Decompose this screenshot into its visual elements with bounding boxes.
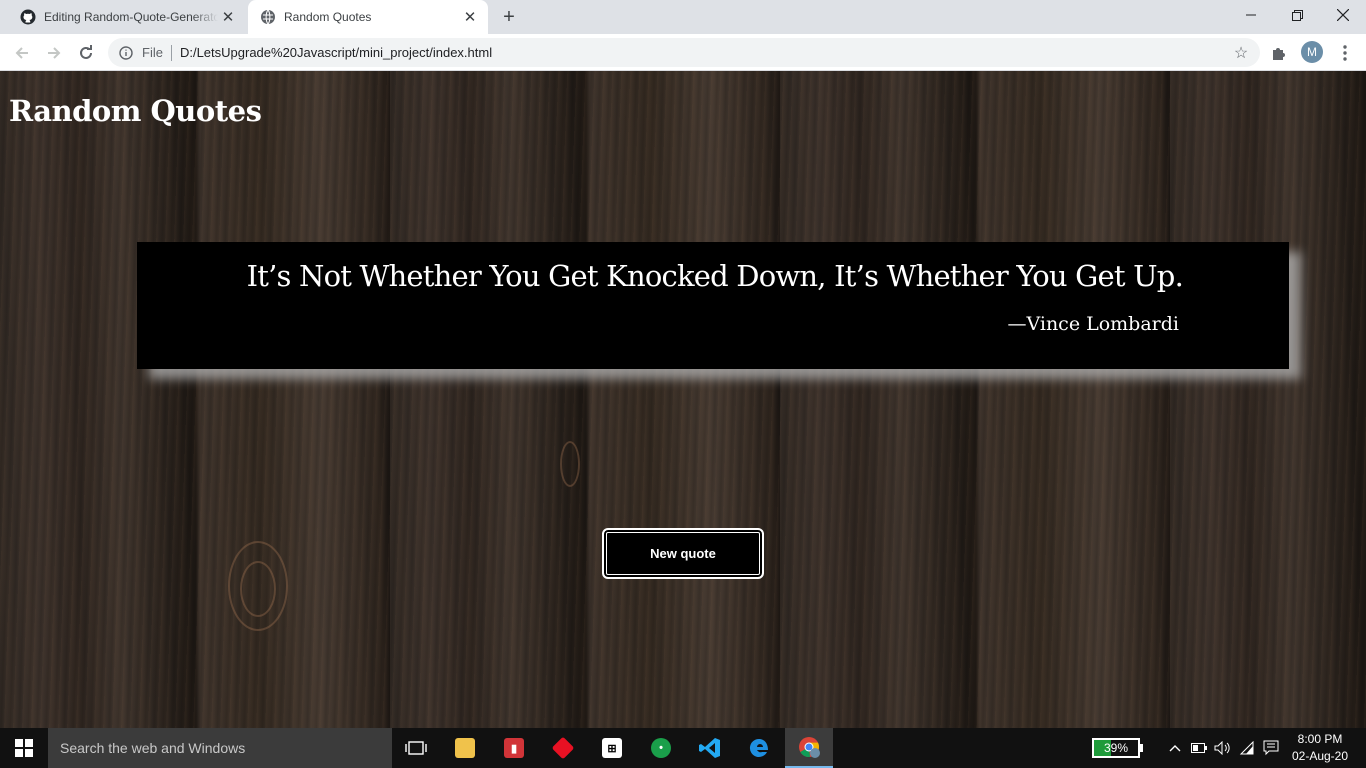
vscode-button[interactable] — [686, 728, 734, 768]
github-icon — [20, 9, 36, 25]
quote-text: It’s Not Whether You Get Knocked Down, I… — [246, 259, 1184, 293]
battery-tip — [1140, 744, 1143, 752]
globe-icon — [260, 9, 276, 25]
volume-icon[interactable] — [1211, 728, 1233, 768]
quote-author: —Vince Lombardi — [1007, 313, 1179, 335]
back-button[interactable] — [8, 39, 36, 67]
bookmark-star-icon[interactable]: ☆ — [1232, 44, 1250, 62]
battery-percent: 39% — [1103, 741, 1129, 755]
new-tab-button[interactable]: + — [498, 6, 520, 28]
taskbar-clock[interactable]: 8:00 PM 02-Aug-20 — [1287, 731, 1353, 765]
tab-random-quotes[interactable]: Random Quotes ✕ — [248, 0, 488, 34]
arrow-left-icon — [15, 47, 28, 59]
chevron-up-icon[interactable] — [1164, 728, 1186, 768]
task-view-button[interactable] — [392, 728, 440, 768]
close-icon[interactable]: ✕ — [460, 7, 480, 27]
notifications-icon[interactable] — [1260, 728, 1282, 768]
arrow-right-icon — [48, 47, 61, 59]
edge-icon — [749, 738, 768, 757]
divider — [170, 44, 172, 61]
minimize-button[interactable] — [1228, 0, 1274, 30]
folder-icon — [455, 738, 475, 758]
tab-title: Editing Random-Quote-Generator — [44, 10, 218, 24]
wood-background — [0, 71, 1366, 728]
address-bar[interactable]: File D:/LetsUpgrade%20Javascript/mini_pr… — [108, 38, 1260, 67]
close-window-button[interactable] — [1320, 0, 1366, 30]
taskbar-search-input[interactable]: Search the web and Windows — [48, 728, 392, 768]
taskbar: Search the web and Windows ▮ ⊞ • 39% 8:0… — [0, 728, 1366, 768]
edge-button[interactable] — [735, 728, 783, 768]
menu-kebab-icon[interactable] — [1334, 42, 1356, 64]
reload-icon — [80, 45, 92, 59]
url-scheme: File — [142, 45, 163, 60]
battery-indicator[interactable]: 39% — [1092, 738, 1140, 758]
profile-avatar[interactable]: M — [1301, 41, 1323, 63]
store-button[interactable]: ⊞ — [588, 728, 636, 768]
forward-button[interactable] — [40, 39, 68, 67]
store-red-app-button[interactable] — [539, 728, 587, 768]
tab-strip: Editing Random-Quote-Generator ✕ Random … — [0, 0, 1366, 34]
extensions-puzzle-icon[interactable] — [1268, 42, 1290, 64]
task-view-icon — [405, 741, 427, 755]
code-app-icon: • — [651, 738, 671, 758]
chrome-button[interactable] — [785, 728, 833, 768]
shopping-bag-icon: ⊞ — [602, 738, 622, 758]
url-text: D:/LetsUpgrade%20Javascript/mini_project… — [179, 45, 493, 60]
restore-button[interactable] — [1274, 0, 1320, 30]
battery-icon[interactable] — [1188, 728, 1210, 768]
chrome-icon — [799, 737, 820, 758]
new-quote-button[interactable]: New quote — [602, 528, 764, 579]
browser-toolbar: File D:/LetsUpgrade%20Javascript/mini_pr… — [0, 34, 1366, 71]
mail-app-button[interactable]: ▮ — [490, 728, 538, 768]
clock-time: 8:00 PM — [1297, 732, 1343, 746]
start-button[interactable] — [0, 728, 48, 768]
quote-box: It’s Not Whether You Get Knocked Down, I… — [137, 242, 1289, 369]
info-icon[interactable] — [118, 45, 134, 61]
page-title: Random Quotes — [9, 94, 262, 128]
vscode-icon — [699, 738, 720, 758]
reload-button[interactable] — [72, 39, 100, 67]
tab-editing-random-quote-generator[interactable]: Editing Random-Quote-Generator ✕ — [8, 0, 246, 34]
code-app-button[interactable]: • — [637, 728, 685, 768]
red-app-icon — [551, 736, 575, 760]
wood-knot — [240, 561, 276, 617]
file-explorer-button[interactable] — [441, 728, 489, 768]
wood-knot — [560, 441, 580, 487]
page-viewport: Random Quotes It’s Not Whether You Get K… — [0, 71, 1366, 728]
close-icon[interactable]: ✕ — [218, 7, 238, 27]
windows-logo-icon — [15, 739, 33, 757]
wifi-icon[interactable] — [1236, 728, 1258, 768]
tab-title: Random Quotes — [284, 10, 372, 24]
book-icon: ▮ — [504, 738, 524, 758]
clock-date: 02-Aug-20 — [1291, 749, 1349, 763]
